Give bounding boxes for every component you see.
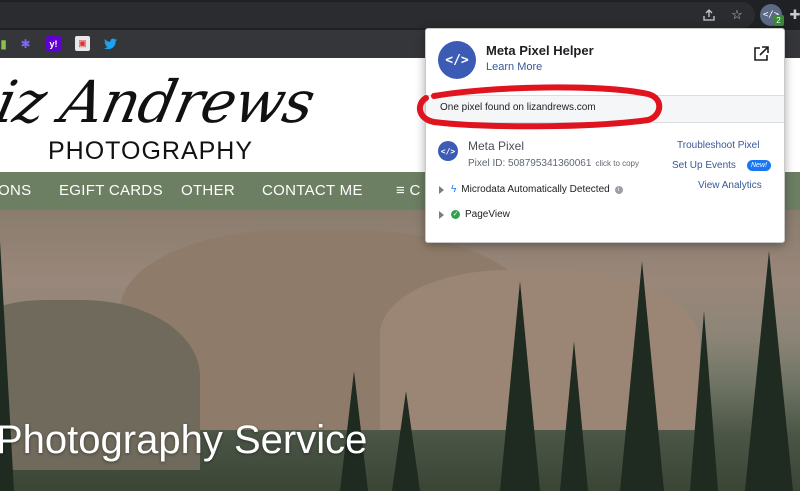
tree-silhouette xyxy=(560,341,588,491)
nav-item-other[interactable]: OTHER xyxy=(181,182,235,199)
view-analytics-link[interactable]: View Analytics xyxy=(698,180,762,191)
lightning-icon: ϟ xyxy=(451,184,457,195)
browser-toolbar: ☆ </> 2 ✚ xyxy=(0,0,800,30)
pixel-item-icon: </> xyxy=(438,141,458,161)
info-icon[interactable]: i xyxy=(614,185,623,194)
pixel-name: Meta Pixel xyxy=(468,139,525,153)
set-up-events-link[interactable]: Set Up Events xyxy=(672,160,736,171)
meta-pixel-logo-icon: </> xyxy=(438,41,476,79)
event-row-microdata[interactable]: ϟ Microdata Automatically Detected i xyxy=(439,184,623,195)
pixel-id[interactable]: Pixel ID: 508795341360061 click to copy xyxy=(468,158,639,169)
extensions-puzzle-icon[interactable]: ✚ xyxy=(786,6,800,24)
tree-silhouette xyxy=(620,261,664,491)
screenshot: ☆ </> 2 ✚ ▮ ✱ y! ▣ Liz Andrews PHOTOGRAP… xyxy=(0,0,800,491)
event-row-pageview[interactable]: ✓ PageView xyxy=(439,209,510,220)
nav-item-sessions[interactable]: ONS xyxy=(0,182,31,199)
nav-item-menu[interactable]: ≡ C xyxy=(396,182,421,199)
bookmark-favicon-icon[interactable]: ▮ xyxy=(0,36,11,51)
tree-silhouette xyxy=(690,311,718,491)
bookmark-twitter-icon[interactable] xyxy=(103,36,118,51)
hero-heading: Photography Service xyxy=(0,418,368,462)
bookmark-asterisk-icon[interactable]: ✱ xyxy=(18,36,33,51)
event-label: Microdata Automatically Detected xyxy=(461,184,610,195)
learn-more-link[interactable]: Learn More xyxy=(486,61,542,73)
tree-silhouette xyxy=(392,391,420,491)
bookmark-image-icon[interactable]: ▣ xyxy=(75,36,90,51)
pixel-helper-popup: </> Meta Pixel Helper Learn More One pix… xyxy=(425,28,785,243)
click-to-copy-hint[interactable]: click to copy xyxy=(595,159,639,168)
tree-silhouette xyxy=(500,281,540,491)
address-bar[interactable] xyxy=(0,2,755,28)
expand-triangle-icon[interactable] xyxy=(439,185,444,194)
nav-item-egift-cards[interactable]: EGIFT CARDS xyxy=(59,182,163,199)
red-annotation-circle xyxy=(416,84,663,130)
site-logo-subtitle[interactable]: PHOTOGRAPHY xyxy=(48,137,253,166)
expand-triangle-icon[interactable] xyxy=(439,210,444,219)
extension-count-badge: 2 xyxy=(773,15,784,26)
bookmark-yahoo-icon[interactable]: y! xyxy=(46,36,61,51)
pixel-id-text[interactable]: Pixel ID: 508795341360061 xyxy=(468,158,591,169)
bookmark-star-icon[interactable]: ☆ xyxy=(728,6,746,24)
check-circle-icon: ✓ xyxy=(451,210,460,219)
new-badge: New! xyxy=(747,160,771,171)
tree-silhouette xyxy=(745,251,793,491)
site-logo-script[interactable]: Liz Andrews xyxy=(0,68,320,136)
event-label: PageView xyxy=(465,209,510,220)
nav-item-contact-me[interactable]: CONTACT ME xyxy=(262,182,363,199)
open-external-icon[interactable] xyxy=(752,45,770,63)
share-icon[interactable] xyxy=(700,6,718,24)
popup-title: Meta Pixel Helper xyxy=(486,43,594,58)
troubleshoot-pixel-link[interactable]: Troubleshoot Pixel xyxy=(677,140,759,151)
